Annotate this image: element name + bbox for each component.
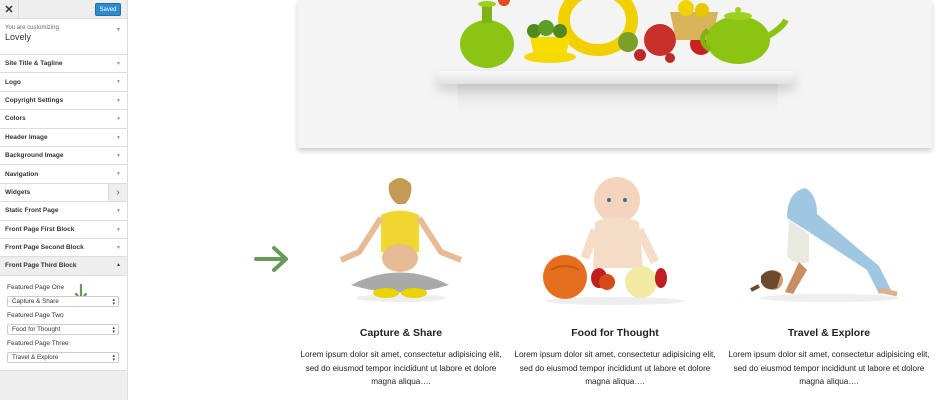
column-text: Lorem ipsum dolor sit amet, consectetur … (728, 350, 930, 386)
yoga-pose-image[interactable] (729, 170, 929, 310)
chevron-right-icon[interactable]: › (108, 183, 127, 202)
column-title[interactable]: Food for Thought (515, 327, 715, 339)
third-block-panel: Featured Page One Capture & Share ▴ ▾ Feat… (0, 275, 127, 371)
section-label: Colors (5, 115, 26, 123)
select-arrows-icon: ▴ ▾ (112, 324, 115, 335)
section-static-front-page[interactable]: Static Front Page ▼ (0, 202, 127, 221)
select-arrows-icon: ▴ ▾ (112, 296, 115, 307)
select-value: Travel & Explore (12, 353, 59, 361)
shelf (438, 71, 794, 84)
shelf-shadow (458, 84, 778, 114)
featured-page-two-label: Featured Page Two (7, 311, 64, 319)
section-widgets[interactable]: Widgets › (0, 183, 127, 203)
baby-vegetables-image[interactable] (515, 170, 715, 310)
customizer-sidebar: ✕ Saved You are customizing Lovely ▼ Sit… (0, 0, 128, 400)
select-arrows-icon: ▴ ▾ (112, 352, 115, 363)
section-label: Logo (5, 78, 21, 86)
column-text: Lorem ipsum dolor sit amet, consectetur … (514, 350, 716, 386)
section-first-block[interactable]: Front Page First Block ▼ (0, 220, 127, 239)
caret-down-icon: ▼ (116, 226, 121, 233)
featured-page-one-label: Featured Page One (7, 283, 65, 291)
featured-page-three-select[interactable]: Travel & Explore ▴ ▾ (7, 351, 119, 363)
caret-down-icon: ▼ (116, 171, 121, 178)
section-copyright[interactable]: Copyright Settings ▼ (0, 91, 127, 111)
select-value: Food for Thought (12, 325, 61, 333)
featured-page-two-select[interactable]: Food for Thought ▴ ▾ (7, 323, 119, 335)
column-title[interactable]: Travel & Explore (729, 327, 929, 339)
meditating-woman-image[interactable] (301, 170, 501, 310)
saved-button[interactable]: Saved (95, 3, 121, 16)
caret-down-icon: ▼ (116, 97, 121, 104)
section-label: Header Image (5, 133, 48, 141)
sidebar-header: ✕ Saved (0, 0, 127, 19)
caret-down-icon: ▼ (116, 152, 121, 159)
featured-page-one-select[interactable]: Capture & Share ▴ ▾ (7, 295, 119, 307)
caret-down-icon: ▼ (116, 79, 121, 86)
theme-name: Lovely (5, 32, 32, 42)
column-title[interactable]: Capture & Share (301, 327, 501, 339)
section-label: Front Page Second Block (5, 244, 84, 252)
section-label: Front Page Third Block (5, 262, 77, 270)
column-text: Lorem ipsum dolor sit amet, consectetur … (300, 350, 502, 386)
customizing-label: You are customizing (5, 25, 59, 31)
section-label: Front Page First Block (5, 225, 75, 233)
section-site-title[interactable]: Site Title & Tagline ▼ (0, 55, 127, 74)
section-third-block[interactable]: Front Page Third Block ▲ (0, 257, 127, 276)
caret-down-icon: ▼ (116, 61, 121, 67)
section-label: Navigation (5, 170, 39, 178)
arrow-right-icon (254, 246, 288, 272)
section-background-image[interactable]: Background Image ▼ (0, 146, 127, 166)
select-value: Capture & Share (12, 297, 59, 305)
caret-down-icon: ▼ (116, 134, 121, 141)
close-button[interactable]: ✕ (0, 0, 19, 19)
section-label: Copyright Settings (5, 96, 64, 104)
hero-banner (298, 0, 932, 148)
section-second-block[interactable]: Front Page Second Block ▼ (0, 238, 127, 258)
caret-down-icon: ▼ (116, 244, 121, 251)
section-navigation[interactable]: Navigation ▼ (0, 165, 127, 184)
customizing-info: You are customizing Lovely ▼ (0, 19, 127, 55)
section-colors[interactable]: Colors ▼ (0, 110, 127, 129)
featured-page-three-label: Featured Page Three (7, 339, 69, 347)
section-label: Static Front Page (5, 207, 59, 215)
section-label: Background Image (5, 152, 64, 160)
caret-down-icon[interactable]: ▼ (116, 27, 121, 33)
close-icon: ✕ (4, 4, 14, 16)
caret-down-icon: ▼ (116, 116, 121, 123)
section-logo[interactable]: Logo ▼ (0, 73, 127, 92)
caret-up-icon: ▲ (116, 262, 121, 269)
caret-down-icon: ▼ (116, 208, 121, 215)
section-label: Site Title & Tagline (5, 60, 63, 68)
section-header-image[interactable]: Header Image ▼ (0, 128, 127, 147)
section-label: Widgets (5, 188, 31, 196)
